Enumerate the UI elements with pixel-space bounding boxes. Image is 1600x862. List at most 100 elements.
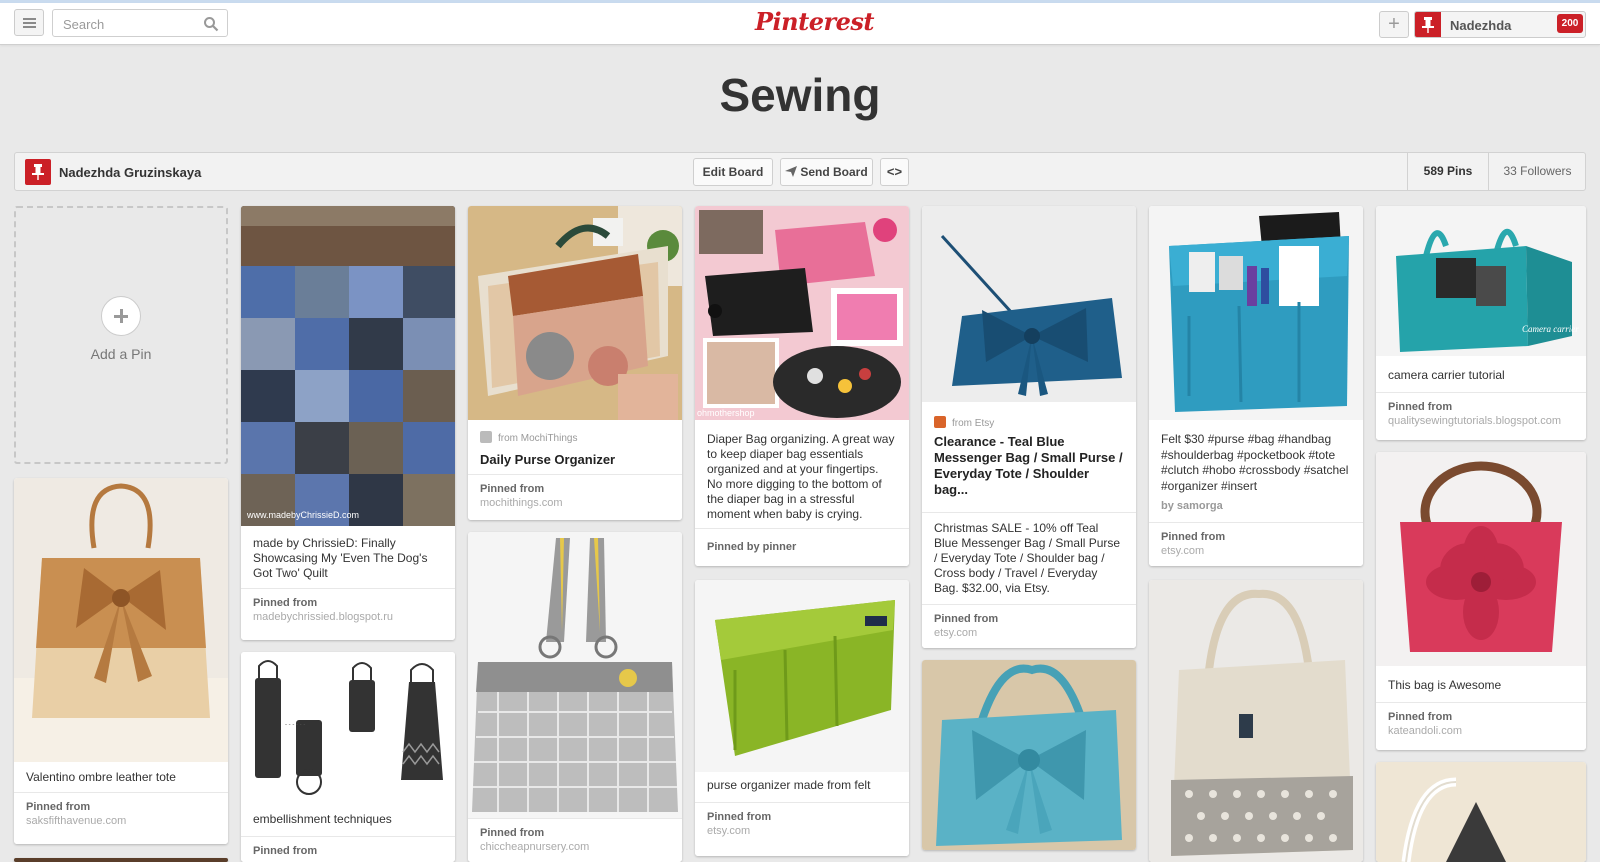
pin-source[interactable]: Pinned from madebychrissied.blogspot.ru bbox=[241, 588, 455, 640]
pin-card[interactable]: ohmothershop Diaper Bag organizing. A gr… bbox=[695, 206, 909, 566]
pin-watermark: www.madebyChrissieD.com bbox=[246, 510, 359, 520]
pin-description: embellishment techniques bbox=[253, 812, 392, 826]
pin-source[interactable]: Pinned from kateandoli.com bbox=[1376, 702, 1586, 750]
pin-source-label: Pinned from bbox=[480, 483, 545, 495]
pin-source-domain[interactable]: kateandoli.com bbox=[1388, 725, 1462, 737]
search-placeholder: Search bbox=[63, 17, 105, 32]
pin-image[interactable]: - - - - - - bbox=[241, 652, 455, 800]
pin-source[interactable]: Pinned by pinner bbox=[695, 528, 909, 566]
search-icon[interactable] bbox=[203, 16, 219, 32]
pin-image[interactable] bbox=[1376, 762, 1586, 862]
pin-image[interactable]: ohmothershop bbox=[695, 206, 909, 420]
pin-source[interactable]: Pinned from etsy.com bbox=[922, 604, 1136, 648]
pin-source[interactable]: Pinned from qualitysewingtutorials.blogs… bbox=[1376, 392, 1586, 440]
pin-source-domain[interactable]: etsy.com bbox=[934, 627, 977, 639]
pin-source-domain[interactable]: qualitysewingtutorials.blogspot.com bbox=[1388, 415, 1561, 427]
send-board-button[interactable]: Send Board bbox=[780, 158, 873, 186]
pin-source[interactable]: Pinned from mochithings.com bbox=[468, 474, 682, 520]
board-bar: Nadezhda Gruzinskaya Edit Board Send Boa… bbox=[14, 152, 1586, 191]
pin-source-domain[interactable]: saksfifthavenue.com bbox=[26, 815, 126, 827]
pin-source[interactable]: Pinned from saksfifthavenue.com bbox=[14, 792, 228, 844]
pin-card[interactable]: Pinned from chiccheapnursery.com bbox=[468, 532, 682, 862]
pin-source-label: Pinned from bbox=[253, 845, 318, 857]
user-name: Nadezhda bbox=[1450, 18, 1512, 33]
pin-card[interactable] bbox=[1376, 762, 1586, 862]
pin-image[interactable] bbox=[468, 206, 682, 420]
pin-from-label: from MochiThings bbox=[498, 433, 578, 444]
board-owner-name[interactable]: Nadezhda Gruzinskaya bbox=[59, 165, 201, 180]
pin-card[interactable]: This bag is Awesome Pinned from kateando… bbox=[1376, 452, 1586, 750]
embed-button[interactable]: <> bbox=[880, 158, 909, 186]
pin-title[interactable]: Daily Purse Organizer bbox=[480, 452, 672, 468]
pin-source-domain[interactable]: chiccheapnursery.com bbox=[480, 841, 589, 853]
pin-source[interactable]: Pinned from etsy.com bbox=[695, 802, 909, 856]
pin-card[interactable]: from Etsy Clearance - Teal Blue Messenge… bbox=[922, 206, 1136, 648]
menu-icon-bar bbox=[23, 26, 36, 28]
etsy-icon bbox=[934, 416, 946, 428]
pinterest-logo[interactable]: Pinterest bbox=[755, 7, 874, 39]
pin-source-domain[interactable]: mochithings.com bbox=[480, 497, 563, 509]
pin-description: Valentino ombre leather tote bbox=[26, 770, 176, 784]
notification-badge[interactable]: 200 bbox=[1557, 14, 1583, 33]
pin-source-label: Pinned from bbox=[1388, 401, 1453, 413]
menu-icon bbox=[23, 18, 36, 20]
pin-description: Christmas SALE - 10% off Teal Blue Messe… bbox=[922, 512, 1136, 596]
pin-image[interactable] bbox=[922, 660, 1136, 850]
pin-by[interactable]: by samorga bbox=[1161, 500, 1223, 512]
pushpin-icon bbox=[32, 164, 44, 180]
pin-source[interactable]: Pinned from etsy.com bbox=[1149, 522, 1363, 566]
pin-watermark: Camera carrier bbox=[1522, 324, 1579, 334]
add-button[interactable]: + bbox=[1379, 11, 1409, 38]
pin-card[interactable] bbox=[1149, 580, 1363, 862]
pin-card[interactable]: purse organizer made from felt Pinned fr… bbox=[695, 580, 909, 856]
followers-count[interactable]: 33 Followers bbox=[1488, 153, 1586, 190]
pin-card[interactable]: Felt $30 #purse #bag #handbag #shoulderb… bbox=[1149, 206, 1363, 566]
menu-icon-bar bbox=[23, 22, 36, 24]
pin-from[interactable]: from Etsy bbox=[934, 416, 994, 429]
pin-image[interactable] bbox=[1376, 452, 1586, 666]
pin-image[interactable] bbox=[695, 580, 909, 772]
pin-image[interactable] bbox=[468, 532, 682, 828]
pin-card[interactable]: www.madebyChrissieD.com made by Chrissie… bbox=[241, 206, 455, 640]
pin-source-label: Pinned from bbox=[253, 597, 318, 609]
owner-avatar[interactable] bbox=[25, 159, 51, 185]
pin-source-domain[interactable]: madebychrissied.blogspot.ru bbox=[253, 611, 393, 623]
pin-title[interactable]: Clearance - Teal Blue Messenger Bag / Sm… bbox=[934, 434, 1126, 498]
pin-image[interactable]: Camera carrier bbox=[1376, 206, 1586, 356]
menu-button[interactable] bbox=[14, 9, 44, 36]
avatar bbox=[1415, 12, 1441, 37]
pin-source-label: Pinned from bbox=[480, 827, 545, 839]
pin-source-domain[interactable]: etsy.com bbox=[707, 825, 750, 837]
pin-source-label: Pinned by pinner bbox=[707, 541, 797, 553]
pin-watermark: ohmothershop bbox=[697, 408, 755, 418]
pin-image[interactable] bbox=[1149, 206, 1363, 420]
pin-card[interactable] bbox=[922, 660, 1136, 850]
pin-from[interactable]: from MochiThings bbox=[480, 431, 577, 444]
pin-source-domain[interactable]: etsy.com bbox=[1161, 545, 1204, 557]
pin-source-label: Pinned from bbox=[1388, 711, 1453, 723]
pin-description: purse organizer made from felt bbox=[707, 778, 871, 792]
pin-image[interactable] bbox=[14, 478, 228, 762]
add-pin-card[interactable]: Add a Pin bbox=[14, 206, 228, 464]
pin-source-label: Pinned from bbox=[26, 801, 91, 813]
plus-icon: + bbox=[1388, 13, 1400, 35]
svg-text:- - - - - -: - - - - - - bbox=[285, 722, 305, 728]
search-input[interactable]: Search bbox=[52, 9, 228, 37]
pin-source[interactable]: Pinned from chiccheapnursery.com bbox=[468, 818, 682, 862]
pins-count[interactable]: 589 Pins bbox=[1407, 153, 1488, 190]
top-header: Search Pinterest + Nadezhda 200 bbox=[0, 3, 1600, 45]
pin-description: made by ChrissieD: Finally Showcasing My… bbox=[253, 536, 428, 580]
user-menu-button[interactable]: Nadezhda 200 bbox=[1414, 11, 1586, 38]
pin-card[interactable]: Valentino ombre leather tote Pinned from… bbox=[14, 478, 228, 844]
pin-source[interactable]: Pinned from bbox=[241, 836, 455, 862]
pin-image[interactable]: www.madebyChrissieD.com bbox=[241, 206, 455, 526]
pin-card[interactable] bbox=[14, 858, 228, 862]
pin-card[interactable]: - - - - - - embellishment techniques Pin… bbox=[241, 652, 455, 862]
pin-source-label: Pinned from bbox=[707, 811, 772, 823]
pin-description: Felt $30 #purse #bag #handbag #shoulderb… bbox=[1161, 432, 1349, 493]
pin-card[interactable]: Camera carrier camera carrier tutorial P… bbox=[1376, 206, 1586, 440]
pin-card[interactable]: from MochiThings Daily Purse Organizer P… bbox=[468, 206, 682, 520]
pin-image[interactable] bbox=[922, 206, 1136, 402]
edit-board-button[interactable]: Edit Board bbox=[693, 158, 773, 186]
pin-image[interactable] bbox=[1149, 580, 1363, 862]
